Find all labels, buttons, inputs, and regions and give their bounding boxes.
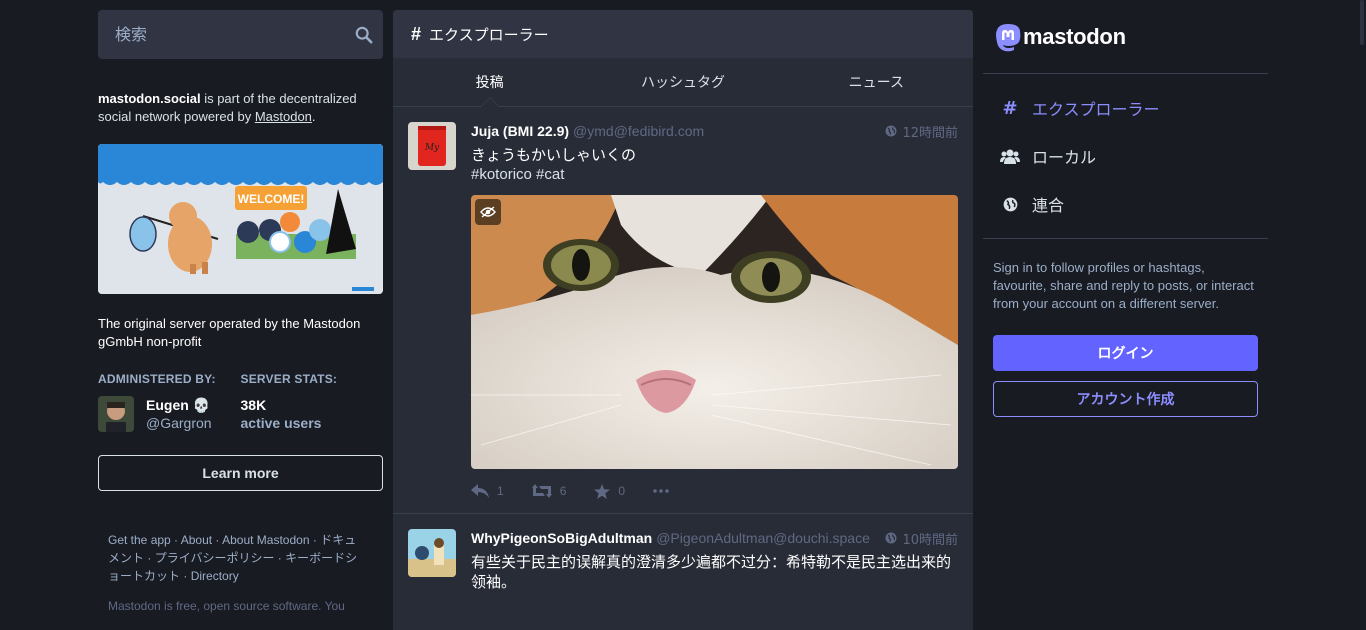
search-input[interactable] <box>113 24 343 45</box>
tab-news[interactable]: ニュース <box>780 58 973 106</box>
cat-photo <box>471 195 958 469</box>
footer-link-get-app[interactable]: Get the app <box>108 533 171 547</box>
active-users-stat: 38K active users <box>241 396 384 432</box>
hide-media-button[interactable] <box>475 199 501 225</box>
admin-account[interactable]: Eugen 💀 @Gargron <box>98 396 241 432</box>
account-handle[interactable]: @ymd@fedibird.com <box>573 123 704 139</box>
star-icon <box>594 483 611 499</box>
nav-federated-label: 連合 <box>1032 196 1065 215</box>
nav-federated[interactable]: 連合 <box>983 180 1268 228</box>
avatar[interactable] <box>408 529 456 577</box>
nav-explore[interactable]: # エクスプローラー <box>983 84 1268 132</box>
svg-text:WELCOME!: WELCOME! <box>238 192 305 206</box>
footer-link-privacy[interactable]: プライバシーポリシー <box>155 551 275 565</box>
server-stats-row: ADMINISTERED BY: Eugen 💀 @Gargron SERVER… <box>98 372 383 432</box>
status-header: Juja (BMI 22.9) @ymd@fedibird.com 12時間前 <box>471 122 958 141</box>
reply-count: 1 <box>497 484 504 498</box>
status-post[interactable]: My Juja (BMI 22.9) @ymd@fedibird.com 12時… <box>393 107 973 514</box>
admin-handle: @Gargron <box>146 415 212 431</box>
mastodon-logo-icon <box>996 23 1021 51</box>
page-scrollbar[interactable] <box>1358 0 1366 620</box>
status-body: Juja (BMI 22.9) @ymd@fedibird.com 12時間前 … <box>471 122 958 513</box>
stats-heading: SERVER STATS: <box>240 372 338 386</box>
svg-text:My: My <box>424 143 440 153</box>
globe-icon <box>885 532 897 544</box>
mastodon-link[interactable]: Mastodon <box>255 109 312 124</box>
left-sidebar: mastodon.social is part of the decentral… <box>98 10 383 615</box>
avatar[interactable]: My <box>408 122 456 170</box>
admin-block: ADMINISTERED BY: Eugen 💀 @Gargron <box>98 372 241 432</box>
search-bar <box>98 10 383 59</box>
reply-icon <box>471 484 489 498</box>
footer-link-about-mastodon[interactable]: About Mastodon <box>222 533 309 547</box>
status-actions: 1 6 0 <box>471 469 958 513</box>
status-time[interactable]: 12時間前 <box>885 122 958 141</box>
status-header: WhyPigeonSoBigAdultman @PigeonAdultman@d… <box>471 529 958 548</box>
explore-column: # エクスプローラー 投稿 ハッシュタグ ニュース My Juja (BMI 2… <box>393 10 973 630</box>
stat-label: active users <box>240 415 322 431</box>
retweet-icon <box>531 484 552 498</box>
explore-tabs: 投稿 ハッシュタグ ニュース <box>393 58 973 107</box>
navigation-panel: # エクスプローラー ローカル 連合 <box>983 74 1268 239</box>
favourite-count: 0 <box>618 484 626 498</box>
tab-posts[interactable]: 投稿 <box>393 58 586 107</box>
time-label: 10時間前 <box>902 532 958 548</box>
status-time[interactable]: 10時間前 <box>885 529 958 548</box>
reply-button[interactable]: 1 <box>471 484 504 498</box>
hash-icon: # <box>411 23 422 44</box>
stats-block: SERVER STATS: 38K active users <box>241 372 384 432</box>
nav-local[interactable]: ローカル <box>983 132 1268 180</box>
login-button[interactable]: ログイン <box>993 335 1258 371</box>
create-account-button[interactable]: アカウント作成 <box>993 381 1258 417</box>
display-name[interactable]: WhyPigeonSoBigAdultman <box>471 530 652 546</box>
server-description: The original server operated by the Mast… <box>98 316 361 349</box>
scrollbar-thumb[interactable] <box>1360 0 1364 45</box>
mastodon-logo-link[interactable]: mastodon <box>983 0 1268 74</box>
server-hero-image: WELCOME! <box>98 144 383 294</box>
admin-heading: ADMINISTERED BY: <box>98 372 216 386</box>
learn-more-button[interactable]: Learn more <box>98 455 383 491</box>
ellipsis-icon <box>653 489 669 493</box>
time-label: 12時間前 <box>902 125 958 141</box>
footer-link-directory[interactable]: Directory <box>191 569 239 583</box>
about-text-end: . <box>311 109 316 124</box>
account-handle[interactable]: @PigeonAdultman@douchi.space <box>656 530 870 546</box>
nav-explore-label: エクスプローラー <box>1032 100 1160 119</box>
globe-icon <box>1000 197 1020 212</box>
column-title: エクスプローラー <box>429 25 549 44</box>
status-content: きょうもかいしゃいくの <box>471 146 637 164</box>
footer-note: Mastodon is free, open source software. … <box>108 599 345 613</box>
users-icon <box>1000 148 1020 164</box>
globe-icon <box>885 125 897 137</box>
avatar[interactable] <box>98 396 134 432</box>
nav-local-label: ローカル <box>1032 148 1097 167</box>
server-name: mastodon.social <box>98 91 201 106</box>
column-header[interactable]: # エクスプローラー <box>393 10 973 58</box>
stat-value: 38K <box>240 397 267 413</box>
eye-slash-icon <box>480 206 496 218</box>
right-sidebar: mastodon # エクスプローラー ローカル 連合 Sign in to f… <box>983 0 1268 417</box>
boost-button[interactable]: 6 <box>531 484 567 498</box>
media-image[interactable] <box>471 195 958 469</box>
logo-wordmark: mastodon <box>1023 23 1126 49</box>
boost-count: 6 <box>559 484 567 498</box>
status-hashtags[interactable]: #kotorico #cat <box>471 165 958 185</box>
server-about: mastodon.social is part of the decentral… <box>98 90 383 126</box>
favourite-button[interactable]: 0 <box>594 483 626 499</box>
status-post[interactable]: WhyPigeonSoBigAdultman @PigeonAdultman@d… <box>393 514 973 592</box>
admin-names: Eugen 💀 @Gargron <box>146 396 212 432</box>
admin-display-name: Eugen 💀 <box>146 397 211 413</box>
hash-icon: # <box>1002 97 1018 119</box>
more-button[interactable] <box>653 489 669 493</box>
tab-hashtags[interactable]: ハッシュタグ <box>586 58 779 106</box>
status-body: WhyPigeonSoBigAdultman @PigeonAdultman@d… <box>471 529 958 592</box>
footer-link-about[interactable]: About <box>181 533 212 547</box>
footer-links: Get the app · About · About Mastodon · ド… <box>108 533 358 583</box>
search-icon[interactable] <box>355 26 373 44</box>
status-content: 有些关于民主的误解真的澄清多少遍都不过分：希特勒不是民主选出来的领袖。 <box>471 553 952 591</box>
signin-prompt: Sign in to follow profiles or hashtags, … <box>993 260 1254 311</box>
display-name[interactable]: Juja (BMI 22.9) <box>471 123 569 139</box>
